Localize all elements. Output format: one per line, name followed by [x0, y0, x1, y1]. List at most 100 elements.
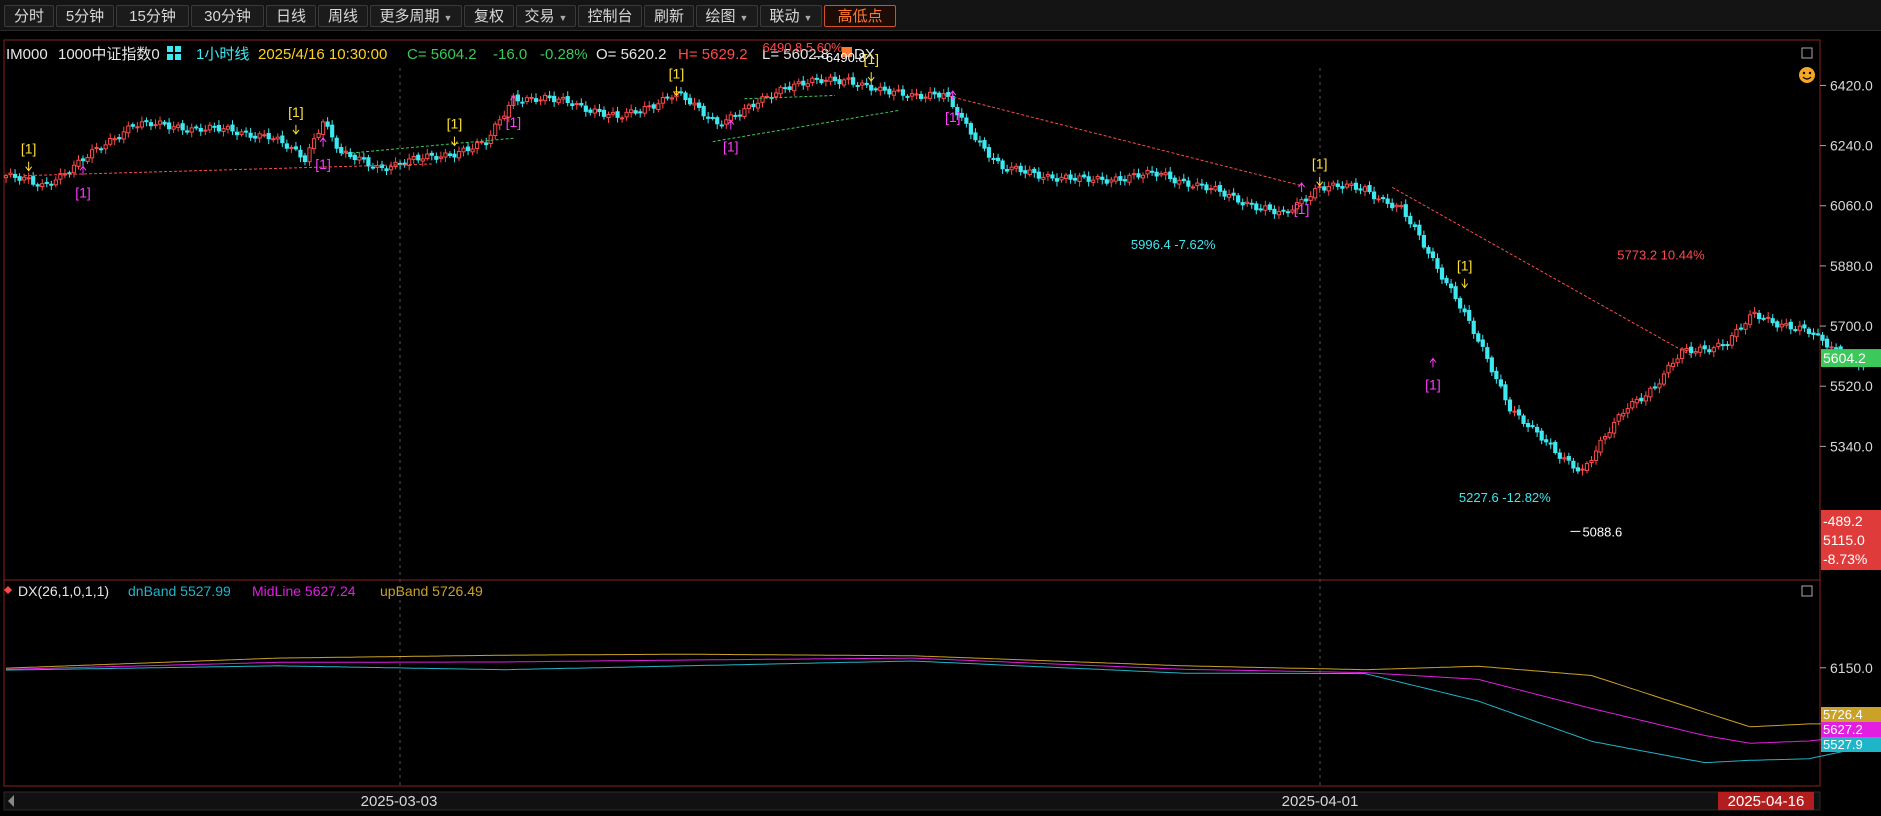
candle-body	[751, 103, 756, 108]
close-value: C= 5604.2	[407, 46, 477, 63]
candle-body	[837, 79, 842, 85]
candle-body	[832, 76, 838, 82]
candle-body	[1340, 186, 1345, 189]
candle-body	[1834, 347, 1839, 350]
signal-label: [1]	[669, 65, 685, 81]
candle-body	[80, 158, 86, 162]
candle-body	[1489, 357, 1494, 373]
candle-body	[1471, 320, 1476, 335]
indicator-maximize-icon[interactable]	[1801, 585, 1813, 597]
candle-body	[416, 154, 421, 161]
candle-body	[1557, 452, 1562, 459]
candle-body	[271, 138, 276, 141]
candle-body	[1548, 442, 1553, 445]
candle-body	[311, 138, 317, 150]
candle-body	[787, 86, 792, 90]
candle-body	[280, 135, 285, 144]
candle-body	[638, 111, 643, 114]
candle-body	[1571, 460, 1576, 469]
candle-body	[12, 173, 18, 178]
time-scrollbar[interactable]	[3, 791, 1821, 811]
candle-body	[1426, 247, 1431, 254]
candle-body	[692, 102, 697, 106]
candle-body	[1376, 198, 1381, 201]
candle-body	[1145, 169, 1150, 175]
candle-body	[53, 179, 58, 186]
last-price-label: 5604.2	[1823, 350, 1866, 366]
candle-body	[1467, 309, 1472, 321]
indicator-line-dnBand	[5, 660, 1864, 764]
candle-body	[846, 77, 851, 80]
signal-label: [1]	[506, 114, 522, 130]
candle-body	[234, 131, 240, 136]
signal-label: [1]	[945, 109, 961, 125]
candle-body	[275, 136, 280, 140]
price-annotation: 6490.8	[826, 50, 866, 65]
indicator-panel-frame	[3, 579, 1821, 787]
candle-body	[665, 96, 670, 99]
candle-body	[1657, 383, 1662, 389]
candle-body	[94, 147, 99, 150]
smiley-icon[interactable]	[1799, 67, 1815, 83]
candle-body	[1063, 174, 1069, 179]
candle-body	[696, 102, 702, 108]
candle-body	[1430, 251, 1436, 258]
candle-body	[1757, 312, 1762, 320]
candle-body	[1444, 277, 1449, 284]
candle-body	[683, 92, 688, 101]
price-axis: 6420.0 6240.0 6060.0 5880.0 5700.0 5520.0 5340…	[1820, 77, 1881, 570]
candle-body	[1014, 165, 1019, 169]
period-label[interactable]: 1小时线	[196, 46, 249, 63]
candle-body	[1535, 426, 1540, 433]
price-annotation: 5227.6 -12.82%	[1459, 490, 1551, 505]
y-tick-label: 6240.0	[1830, 138, 1873, 154]
candle-body	[1562, 457, 1567, 460]
candle-body	[1131, 173, 1137, 176]
candle-body	[760, 96, 765, 103]
x-tick-label: 2025-04-01	[1282, 793, 1359, 810]
y-tick-label: 5340.0	[1830, 438, 1873, 454]
candle-body	[1199, 183, 1205, 186]
candle-body	[515, 94, 520, 102]
candle-body	[71, 164, 77, 174]
signal-arrow	[1429, 357, 1437, 368]
candle-body	[755, 102, 761, 109]
grid-icon[interactable]	[167, 46, 173, 52]
candle-body	[977, 140, 983, 143]
candle-body	[298, 149, 303, 158]
candle-body	[1720, 344, 1725, 347]
candle-body	[1648, 387, 1653, 398]
candle-body	[1666, 364, 1671, 374]
candle-body	[1784, 323, 1789, 326]
candle-body	[1168, 171, 1173, 180]
signal-label: [1]	[1425, 376, 1441, 392]
midline-label: MidLine 5627.24	[252, 583, 356, 599]
candle-body	[1213, 185, 1218, 191]
candle-body	[764, 95, 770, 98]
candle-body	[1140, 174, 1146, 179]
indicator-tick-label: 6150.0	[1830, 660, 1873, 676]
open-value: O= 5620.2	[596, 46, 666, 63]
candle-body	[678, 91, 684, 94]
candle-body	[1408, 215, 1413, 225]
signal-label: [1]	[21, 141, 37, 157]
candle-body	[733, 114, 738, 117]
candle-body	[583, 105, 588, 112]
candle-body	[982, 140, 987, 149]
candle-body	[1453, 286, 1458, 300]
candle-body	[207, 124, 212, 131]
panel-maximize-icon[interactable]	[1801, 47, 1813, 59]
candle-body	[823, 79, 829, 82]
candle-body	[719, 124, 724, 127]
candle-body	[289, 146, 294, 149]
indicator-line-MidLine	[5, 657, 1864, 744]
candle-body	[85, 156, 90, 162]
candle-body	[1254, 203, 1259, 211]
chart-canvas[interactable]: IM000 1000中证指数0 1小时线 2025/4/16 10:30:00 …	[0, 0, 1881, 816]
candle-body	[1820, 334, 1825, 341]
candle-body	[99, 148, 104, 151]
candle-body	[1091, 179, 1096, 183]
candle-body	[1525, 423, 1531, 428]
candle-body	[1439, 267, 1445, 280]
candle-body	[1412, 224, 1417, 227]
